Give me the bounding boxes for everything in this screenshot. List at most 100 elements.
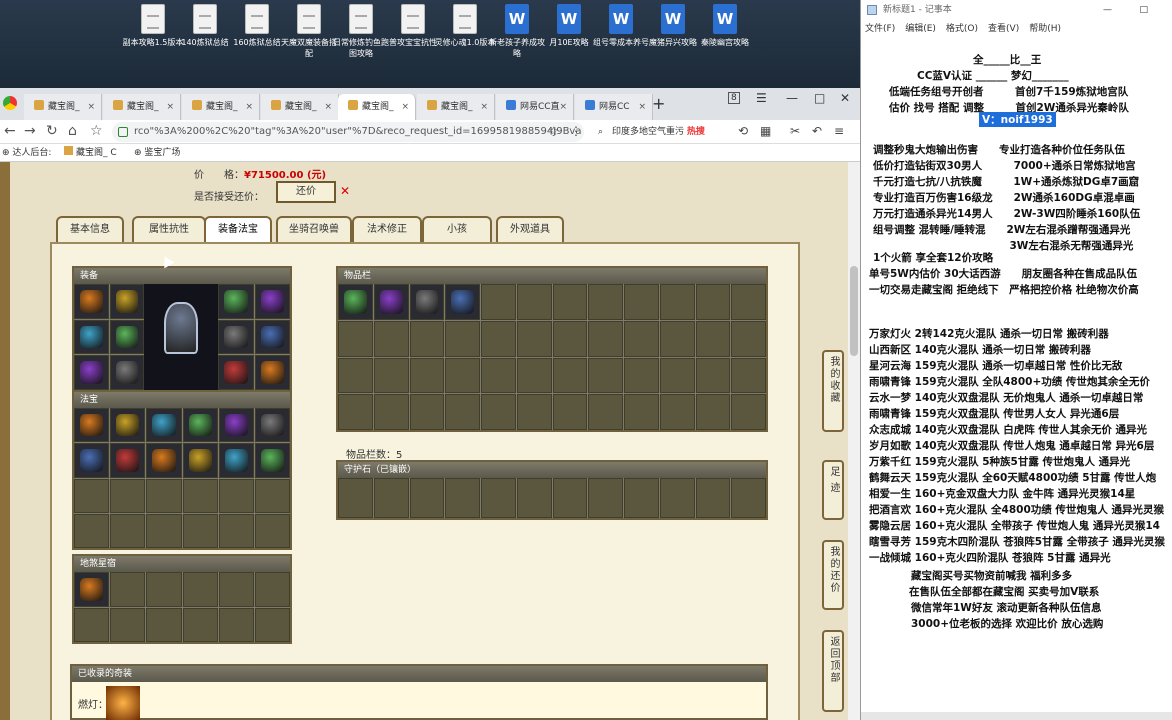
item-slot[interactable] xyxy=(254,284,290,319)
empty-slot[interactable] xyxy=(146,513,182,548)
empty-slot[interactable] xyxy=(254,607,290,642)
empty-slot[interactable] xyxy=(338,394,373,430)
item-slot[interactable] xyxy=(74,284,109,319)
empty-slot[interactable] xyxy=(146,478,182,513)
bookmark-item[interactable]: 藏宝阁_ C xyxy=(64,144,117,162)
close-icon[interactable]: × xyxy=(638,94,646,120)
close-icon[interactable]: × xyxy=(166,94,174,120)
lantern-icon[interactable] xyxy=(106,686,140,720)
empty-slot[interactable] xyxy=(218,513,254,548)
haggle-button[interactable]: 还价 xyxy=(276,181,336,203)
empty-slot[interactable] xyxy=(254,513,290,548)
browser-tab[interactable]: 藏宝阁_ × xyxy=(24,94,102,120)
item-slot[interactable] xyxy=(254,443,290,478)
empty-slot[interactable] xyxy=(731,357,766,394)
browser-tab[interactable]: 网易CC直 × xyxy=(496,94,574,120)
empty-slot[interactable] xyxy=(695,357,731,394)
empty-slot[interactable] xyxy=(659,357,695,394)
empty-slot[interactable] xyxy=(588,284,623,320)
undo-icon[interactable]: ↶ xyxy=(812,124,822,138)
empty-slot[interactable] xyxy=(146,607,182,642)
close-icon[interactable]: ✕ xyxy=(340,184,350,198)
item-slot[interactable] xyxy=(373,284,409,320)
empty-slot[interactable] xyxy=(624,478,659,518)
scrollbar-thumb[interactable] xyxy=(850,266,858,356)
empty-slot[interactable] xyxy=(338,320,373,357)
empty-slot[interactable] xyxy=(624,284,659,320)
browser-tab[interactable]: 网易CC × xyxy=(575,94,653,120)
favorite-icon[interactable]: ☆ xyxy=(548,124,559,138)
empty-slot[interactable] xyxy=(552,478,588,518)
tab-appearance[interactable]: 外观道具 xyxy=(496,216,564,244)
empty-slot[interactable] xyxy=(695,394,731,430)
tab-children[interactable]: 小孩 xyxy=(422,216,492,244)
menu-file[interactable]: 文件(F) xyxy=(865,24,895,34)
item-slot[interactable] xyxy=(182,408,218,443)
browser-tab[interactable]: 藏宝阁_ × xyxy=(417,94,495,120)
menu-edit[interactable]: 编辑(E) xyxy=(905,24,936,34)
empty-slot[interactable] xyxy=(552,394,588,430)
empty-slot[interactable] xyxy=(409,394,445,430)
empty-slot[interactable] xyxy=(731,320,766,357)
browser-tab[interactable]: 藏宝阁_ × xyxy=(261,94,339,120)
empty-slot[interactable] xyxy=(373,478,409,518)
empty-slot[interactable] xyxy=(409,320,445,357)
empty-slot[interactable] xyxy=(552,357,588,394)
item-slot[interactable] xyxy=(218,443,254,478)
sync-icon[interactable]: ⟲ xyxy=(738,124,748,138)
new-tab-button[interactable]: + xyxy=(652,94,665,114)
item-slot[interactable] xyxy=(182,443,218,478)
item-slot[interactable] xyxy=(74,572,110,607)
bookmark-item[interactable]: ⊕ 鉴宝广场 xyxy=(134,144,180,162)
close-icon[interactable]: × xyxy=(245,94,253,120)
my-favorites-button[interactable]: 我的收藏 xyxy=(822,350,844,432)
empty-slot[interactable] xyxy=(254,478,290,513)
close-window-icon[interactable]: ✕ xyxy=(840,88,850,108)
item-slot[interactable] xyxy=(146,443,182,478)
empty-slot[interactable] xyxy=(481,320,516,357)
browser-logo-icon[interactable] xyxy=(3,96,17,110)
menu-view[interactable]: 查看(V) xyxy=(988,24,1019,34)
empty-slot[interactable] xyxy=(338,357,373,394)
back-icon[interactable]: ← xyxy=(4,123,16,139)
item-slot[interactable] xyxy=(254,408,290,443)
empty-slot[interactable] xyxy=(373,320,409,357)
bookmark-star-icon[interactable]: ☆ xyxy=(90,123,103,139)
home-icon[interactable]: ⌂ xyxy=(68,123,77,139)
item-slot[interactable] xyxy=(110,408,146,443)
item-slot[interactable] xyxy=(445,284,480,320)
item-slot[interactable] xyxy=(338,284,373,320)
item-slot[interactable] xyxy=(109,284,144,319)
item-slot[interactable] xyxy=(74,319,109,355)
empty-slot[interactable] xyxy=(74,607,110,642)
tab-count-badge[interactable]: 8 xyxy=(728,92,740,104)
item-slot[interactable] xyxy=(109,319,144,355)
tab-basic-info[interactable]: 基本信息 xyxy=(56,216,124,244)
browser-tab-active[interactable]: 藏宝阁_ × xyxy=(338,94,416,120)
empty-slot[interactable] xyxy=(74,478,110,513)
item-slot[interactable] xyxy=(110,443,146,478)
browser-tab[interactable]: 藏宝阁_ × xyxy=(182,94,260,120)
item-slot[interactable] xyxy=(109,355,144,390)
empty-slot[interactable] xyxy=(445,357,480,394)
empty-slot[interactable] xyxy=(445,394,480,430)
empty-slot[interactable] xyxy=(552,320,588,357)
empty-slot[interactable] xyxy=(218,572,254,607)
empty-slot[interactable] xyxy=(254,572,290,607)
my-offers-button[interactable]: 我的还价 xyxy=(822,540,844,610)
item-slot[interactable] xyxy=(146,408,182,443)
page-scrollbar[interactable] xyxy=(848,162,860,720)
maximize-icon[interactable]: □ xyxy=(1139,0,1148,20)
empty-slot[interactable] xyxy=(110,572,146,607)
refresh-icon[interactable]: ↻ xyxy=(46,123,58,139)
empty-slot[interactable] xyxy=(146,572,182,607)
item-slot[interactable] xyxy=(218,408,254,443)
minimize-icon[interactable]: — xyxy=(1103,0,1112,20)
item-slot[interactable] xyxy=(218,355,254,390)
empty-slot[interactable] xyxy=(218,607,254,642)
pin-icon[interactable]: ☰ xyxy=(756,88,767,108)
empty-slot[interactable] xyxy=(182,572,218,607)
empty-slot[interactable] xyxy=(552,284,588,320)
empty-slot[interactable] xyxy=(516,478,552,518)
empty-slot[interactable] xyxy=(695,478,731,518)
